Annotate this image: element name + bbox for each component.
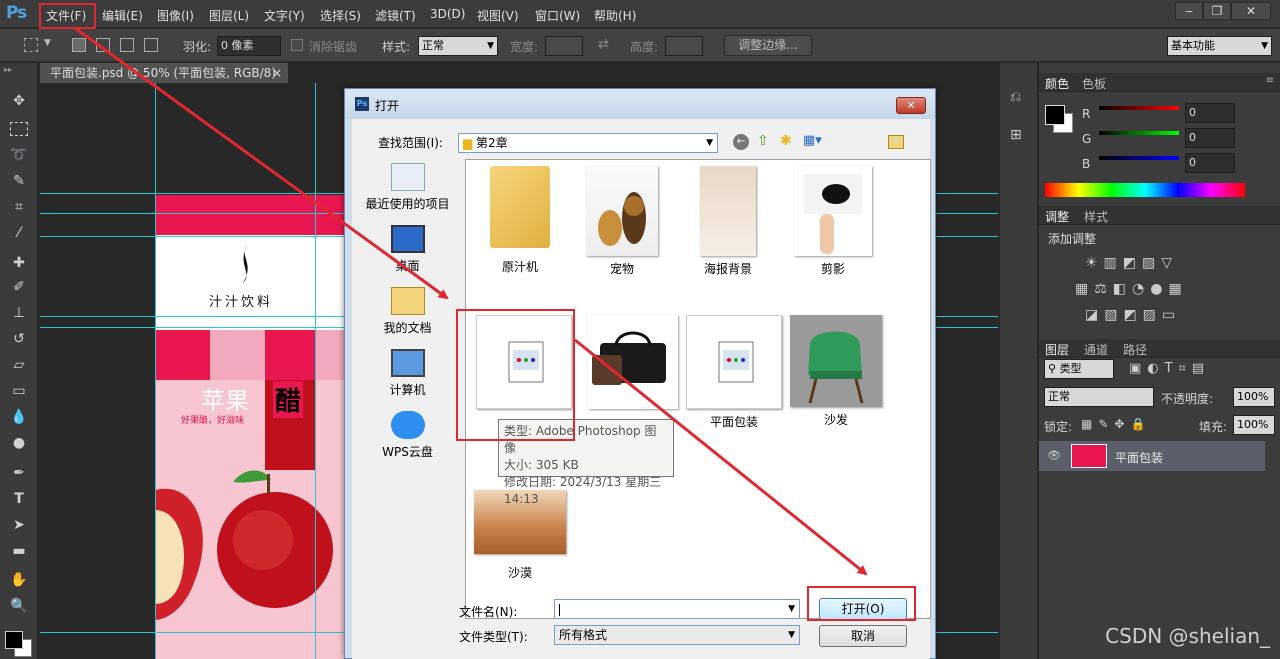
- annotation-arrows: [74, 26, 868, 576]
- watermark: CSDN @shelian_: [1105, 624, 1270, 648]
